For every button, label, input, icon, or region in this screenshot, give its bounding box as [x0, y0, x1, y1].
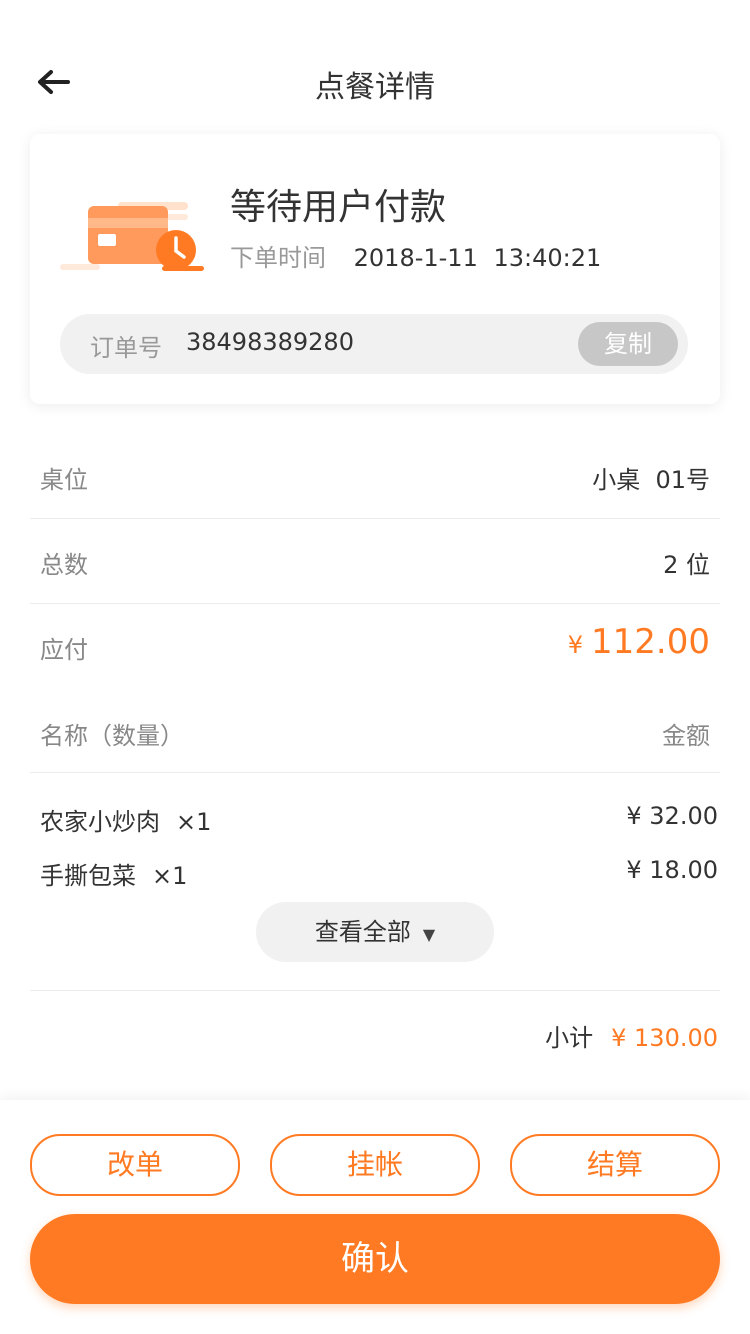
seat-value: 小桌 01号: [592, 466, 710, 494]
list-item: 手撕包菜 ×1 ¥ 18.00: [40, 850, 720, 890]
name-header: 名称（数量）: [40, 722, 184, 750]
divider: [30, 772, 720, 773]
payable-currency: ¥: [567, 631, 584, 659]
item-price: ¥ 18.00: [626, 856, 718, 884]
order-time: 下单时间 2018-1-11 13:40:21: [230, 238, 601, 273]
item-price: ¥ 32.00: [626, 802, 718, 830]
payable-label: 应付: [40, 636, 88, 664]
order-time-label: 下单时间: [230, 244, 326, 272]
table-row-payable: 应付 ¥112.00: [30, 604, 720, 690]
payable-amount: ¥112.00: [568, 622, 710, 662]
subtotal: 小计 ¥ 130.00: [545, 1018, 718, 1053]
item-qty: ×1: [176, 808, 212, 836]
item-qty: ×1: [152, 862, 188, 890]
charge-to-account-button[interactable]: 挂帐: [270, 1134, 480, 1196]
modify-order-button[interactable]: 改单: [30, 1134, 240, 1196]
item-name: 农家小炒肉: [40, 808, 160, 836]
order-number-value: 38498389280: [186, 328, 354, 356]
order-status-card: 等待用户付款 下单时间 2018-1-11 13:40:21 订单号 38498…: [30, 134, 720, 404]
subtotal-label: 小计: [545, 1024, 594, 1052]
divider: [30, 990, 720, 991]
order-status-text: 等待用户付款: [230, 187, 447, 228]
page-title: 点餐详情: [315, 70, 435, 105]
order-number-bar: 订单号 38498389280 复制: [60, 314, 688, 374]
view-all-button[interactable]: 查看全部 ▼: [256, 902, 494, 962]
table-row-seat: 桌位 小桌 01号: [30, 434, 720, 520]
order-number-label: 订单号: [90, 334, 162, 362]
item-name: 手撕包菜: [40, 862, 136, 890]
list-header-row: 名称（数量） 金额: [30, 690, 720, 776]
list-item: 农家小炒肉 ×1 ¥ 32.00: [40, 796, 720, 836]
view-all-label: 查看全部: [314, 918, 411, 946]
payable-value: 112.00: [591, 622, 710, 662]
amount-header: 金额: [662, 722, 710, 750]
copy-button[interactable]: 复制: [578, 322, 678, 366]
seat-label: 桌位: [40, 466, 88, 494]
card-clock-icon: [60, 202, 204, 271]
count-value: 2 位: [663, 551, 710, 579]
settle-button[interactable]: 结算: [510, 1134, 720, 1196]
confirm-button[interactable]: 确认: [30, 1214, 720, 1304]
count-label: 总数: [40, 551, 88, 579]
caret-down-icon: ▼: [422, 925, 436, 944]
table-row-count: 总数 2 位: [30, 519, 720, 605]
order-time-value: 2018-1-11 13:40:21: [353, 244, 602, 272]
subtotal-value: ¥ 130.00: [611, 1024, 718, 1052]
